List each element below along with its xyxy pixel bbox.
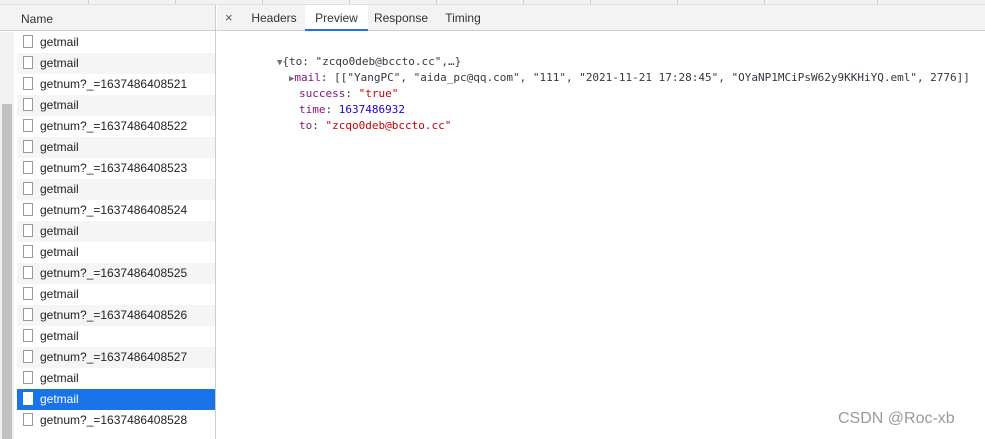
request-name: getmail bbox=[40, 371, 79, 385]
document-icon bbox=[23, 77, 33, 90]
request-name: getmail bbox=[40, 329, 79, 343]
scrollbar-thumb[interactable] bbox=[2, 104, 12, 439]
request-row[interactable]: getmail bbox=[17, 137, 215, 158]
request-row[interactable]: getmail bbox=[17, 179, 215, 200]
tab-response[interactable]: Response bbox=[368, 5, 434, 31]
close-icon[interactable]: × bbox=[225, 10, 233, 25]
request-list-scrollbar[interactable] bbox=[0, 32, 14, 439]
document-icon bbox=[23, 224, 33, 237]
json-key-to: to bbox=[298, 119, 313, 132]
request-name: getmail bbox=[40, 224, 79, 238]
json-mail-value: [["YangPC", "aida_pc@qq.com", "111", "20… bbox=[334, 71, 970, 84]
request-row[interactable]: getmail bbox=[17, 95, 215, 116]
request-row[interactable]: getmail bbox=[17, 389, 215, 410]
json-to-value: "zcqo0deb@bccto.cc" bbox=[325, 119, 452, 132]
request-name: getmail bbox=[40, 140, 79, 154]
document-icon bbox=[23, 245, 33, 258]
json-to-node: to: "zcqo0deb@bccto.cc" bbox=[298, 119, 452, 132]
request-row[interactable]: getmail bbox=[17, 368, 215, 389]
request-row[interactable]: getnum?_=1637486408526 bbox=[17, 305, 215, 326]
document-icon bbox=[23, 35, 33, 48]
request-rows: getmail getmail getnum?_=1637486408521 getm… bbox=[17, 32, 215, 431]
request-name: getmail bbox=[40, 245, 79, 259]
request-name: getnum?_=1637486408527 bbox=[40, 350, 188, 364]
document-icon bbox=[23, 287, 33, 300]
request-name: getnum?_=1637486408522 bbox=[40, 119, 188, 133]
request-row[interactable]: getmail bbox=[17, 326, 215, 347]
tab-headers-label: Headers bbox=[251, 11, 297, 25]
request-name: getnum?_=1637486408528 bbox=[40, 413, 188, 427]
request-row[interactable]: getmail bbox=[17, 221, 215, 242]
devtools-network-panel: Name getmail getmail getnum?_=163748640852… bbox=[0, 0, 985, 439]
document-icon bbox=[23, 350, 33, 363]
tab-timing[interactable]: Timing bbox=[436, 5, 490, 31]
tab-timing-label: Timing bbox=[445, 11, 481, 25]
tab-preview[interactable]: Preview bbox=[305, 5, 368, 31]
document-icon bbox=[23, 266, 33, 279]
request-row[interactable]: getnum?_=1637486408523 bbox=[17, 158, 215, 179]
request-name: getmail bbox=[40, 56, 79, 70]
document-icon bbox=[23, 329, 33, 342]
document-icon bbox=[23, 371, 33, 384]
request-row[interactable]: getnum?_=1637486408527 bbox=[17, 347, 215, 368]
document-icon bbox=[23, 161, 33, 174]
json-preview: ▼{to: "zcqo0deb@bccto.cc",…} ▶mail: [["Y… bbox=[217, 32, 985, 439]
request-row[interactable]: getnum?_=1637486408525 bbox=[17, 263, 215, 284]
name-column-header[interactable]: Name bbox=[0, 5, 215, 31]
document-icon bbox=[23, 182, 33, 195]
request-row[interactable]: getmail bbox=[17, 32, 215, 53]
request-row[interactable]: getnum?_=1637486408528 bbox=[17, 410, 215, 431]
tab-response-label: Response bbox=[373, 11, 429, 25]
document-icon bbox=[23, 308, 33, 321]
details-tabbar: × Headers Preview Response Timing bbox=[217, 5, 985, 31]
request-name: getnum?_=1637486408524 bbox=[40, 203, 188, 217]
request-details: × Headers Preview Response Timing ▼{to: … bbox=[217, 5, 985, 439]
document-icon bbox=[23, 203, 33, 216]
request-name: getnum?_=1637486408523 bbox=[40, 161, 188, 175]
request-row[interactable]: getnum?_=1637486408522 bbox=[17, 116, 215, 137]
request-name: getmail bbox=[40, 35, 79, 49]
document-icon bbox=[23, 392, 33, 405]
document-icon bbox=[23, 56, 33, 69]
document-icon bbox=[23, 98, 33, 111]
request-name: getmail bbox=[40, 98, 79, 112]
request-name: getnum?_=1637486408525 bbox=[40, 266, 188, 280]
request-name: getmail bbox=[40, 287, 79, 301]
request-row[interactable]: getnum?_=1637486408521 bbox=[17, 74, 215, 95]
request-row[interactable]: getmail bbox=[17, 284, 215, 305]
request-name: getmail bbox=[40, 392, 79, 406]
document-icon bbox=[23, 119, 33, 132]
request-list: Name getmail getmail getnum?_=163748640852… bbox=[0, 5, 216, 439]
request-row[interactable]: getmail bbox=[17, 53, 215, 74]
tab-headers[interactable]: Headers bbox=[240, 5, 308, 31]
name-column-label: Name bbox=[21, 12, 54, 26]
watermark: CSDN @Roc-xb bbox=[838, 410, 955, 427]
tab-preview-label: Preview bbox=[315, 11, 358, 25]
request-name: getnum?_=1637486408521 bbox=[40, 77, 188, 91]
request-name: getnum?_=1637486408526 bbox=[40, 308, 188, 322]
request-name: getmail bbox=[40, 182, 79, 196]
request-row[interactable]: getnum?_=1637486408524 bbox=[17, 200, 215, 221]
document-icon bbox=[23, 140, 33, 153]
request-row[interactable]: getmail bbox=[17, 242, 215, 263]
document-icon bbox=[23, 413, 33, 426]
